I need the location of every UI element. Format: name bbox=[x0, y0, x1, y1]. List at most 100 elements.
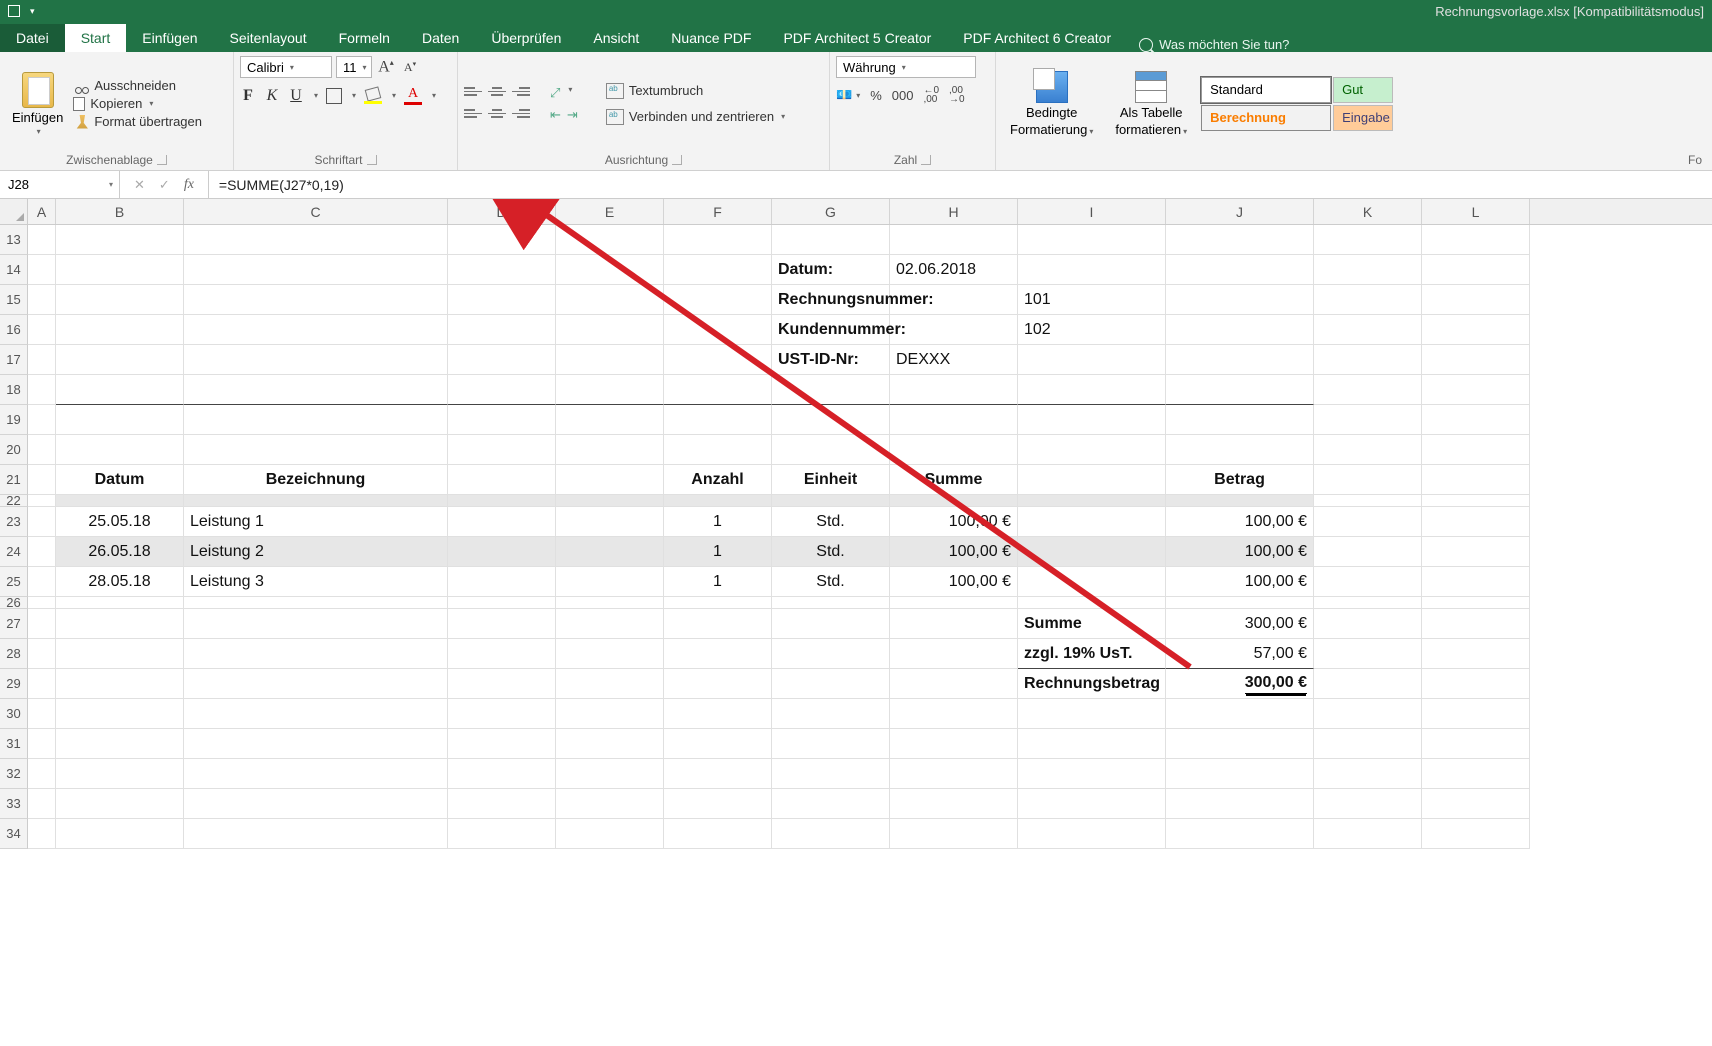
cell[interactable] bbox=[664, 699, 772, 729]
cell[interactable]: 100,00 € bbox=[890, 507, 1018, 537]
cell[interactable]: Leistung 2 bbox=[184, 537, 448, 567]
cell[interactable] bbox=[1422, 567, 1530, 597]
cell[interactable] bbox=[1314, 435, 1422, 465]
cell[interactable] bbox=[1314, 597, 1422, 609]
cell[interactable] bbox=[1422, 819, 1530, 849]
cell[interactable] bbox=[556, 285, 664, 315]
style-eingabe[interactable]: Eingabe bbox=[1333, 105, 1393, 131]
row-header-18[interactable]: 18 bbox=[0, 375, 28, 405]
cell[interactable] bbox=[448, 285, 556, 315]
cell[interactable] bbox=[890, 315, 1018, 345]
cell[interactable] bbox=[56, 609, 184, 639]
cell[interactable]: Std. bbox=[772, 537, 890, 567]
cell[interactable] bbox=[1018, 495, 1166, 507]
cell[interactable] bbox=[1314, 375, 1422, 405]
cell[interactable] bbox=[1314, 669, 1422, 699]
cell[interactable] bbox=[1422, 597, 1530, 609]
cell[interactable]: Datum bbox=[56, 465, 184, 495]
fx-icon[interactable]: fx bbox=[184, 177, 194, 193]
cell[interactable] bbox=[28, 345, 56, 375]
cell[interactable] bbox=[1018, 759, 1166, 789]
cell[interactable]: 300,00 € bbox=[1166, 609, 1314, 639]
cell[interactable]: Summe bbox=[890, 465, 1018, 495]
cell[interactable] bbox=[1166, 375, 1314, 405]
style-berechnung[interactable]: Berechnung bbox=[1201, 105, 1331, 131]
cell[interactable] bbox=[1422, 465, 1530, 495]
cell[interactable] bbox=[664, 597, 772, 609]
tell-me-search[interactable]: Was möchten Sie tun? bbox=[1139, 37, 1289, 52]
tab-start[interactable]: Start bbox=[65, 24, 127, 52]
cell[interactable]: Einheit bbox=[772, 465, 890, 495]
row-header-16[interactable]: 16 bbox=[0, 315, 28, 345]
cell[interactable] bbox=[1422, 639, 1530, 669]
tab-daten[interactable]: Daten bbox=[406, 24, 475, 52]
cell[interactable]: 25.05.18 bbox=[56, 507, 184, 537]
cell[interactable] bbox=[890, 609, 1018, 639]
paste-button[interactable]: Einfügen ▾ bbox=[6, 72, 69, 136]
cell[interactable] bbox=[772, 789, 890, 819]
cell[interactable] bbox=[664, 609, 772, 639]
cell[interactable] bbox=[772, 669, 890, 699]
cell[interactable] bbox=[56, 255, 184, 285]
col-header-F[interactable]: F bbox=[664, 199, 772, 224]
cell[interactable] bbox=[28, 405, 56, 435]
col-header-D[interactable]: D bbox=[448, 199, 556, 224]
cell[interactable] bbox=[1314, 729, 1422, 759]
cell[interactable] bbox=[448, 639, 556, 669]
cell[interactable] bbox=[448, 435, 556, 465]
tab-pdfa5[interactable]: PDF Architect 5 Creator bbox=[767, 24, 947, 52]
cell[interactable] bbox=[772, 597, 890, 609]
cell[interactable] bbox=[1314, 405, 1422, 435]
align-right-button[interactable] bbox=[512, 107, 530, 121]
cell[interactable]: 100,00 € bbox=[890, 567, 1018, 597]
cell[interactable] bbox=[448, 819, 556, 849]
cell[interactable] bbox=[28, 639, 56, 669]
percent-format-button[interactable]: % bbox=[870, 88, 882, 103]
cell[interactable] bbox=[28, 819, 56, 849]
cell[interactable] bbox=[1422, 405, 1530, 435]
cell[interactable] bbox=[448, 315, 556, 345]
row-header-13[interactable]: 13 bbox=[0, 225, 28, 255]
accept-formula-icon[interactable]: ✓ bbox=[159, 177, 170, 193]
cell[interactable] bbox=[28, 375, 56, 405]
cell[interactable] bbox=[28, 465, 56, 495]
format-as-table-button[interactable]: Als Tabelle formatieren▾ bbox=[1107, 71, 1195, 137]
cell[interactable] bbox=[890, 495, 1018, 507]
cell[interactable] bbox=[56, 345, 184, 375]
cell[interactable] bbox=[56, 789, 184, 819]
cell[interactable] bbox=[28, 699, 56, 729]
cell[interactable] bbox=[448, 537, 556, 567]
row-header-22[interactable]: 22 bbox=[0, 495, 28, 507]
cell[interactable] bbox=[28, 609, 56, 639]
cell[interactable] bbox=[1422, 759, 1530, 789]
cell[interactable] bbox=[890, 759, 1018, 789]
cell[interactable] bbox=[556, 567, 664, 597]
cell[interactable] bbox=[1166, 759, 1314, 789]
cell[interactable] bbox=[772, 639, 890, 669]
font-name-combo[interactable]: Calibri▾ bbox=[240, 56, 332, 78]
cell[interactable] bbox=[448, 465, 556, 495]
cell[interactable]: UST-ID-Nr: bbox=[772, 345, 890, 375]
cell[interactable] bbox=[56, 597, 184, 609]
decrease-indent-button[interactable]: ⇤ bbox=[550, 107, 561, 123]
cell[interactable] bbox=[448, 495, 556, 507]
cell[interactable] bbox=[184, 789, 448, 819]
qat-slot[interactable] bbox=[8, 5, 20, 17]
col-header-G[interactable]: G bbox=[772, 199, 890, 224]
cell[interactable]: Datum: bbox=[772, 255, 890, 285]
cell[interactable]: 1 bbox=[664, 537, 772, 567]
accounting-format-button[interactable]: 💶▾ bbox=[836, 87, 860, 103]
cell[interactable] bbox=[1314, 759, 1422, 789]
cell[interactable] bbox=[556, 789, 664, 819]
cell[interactable] bbox=[1166, 225, 1314, 255]
cell[interactable] bbox=[28, 315, 56, 345]
cell[interactable] bbox=[1422, 609, 1530, 639]
font-size-combo[interactable]: 11▾ bbox=[336, 56, 372, 78]
dialog-launcher-icon[interactable] bbox=[921, 155, 931, 165]
format-painter-button[interactable]: Format übertragen bbox=[75, 114, 202, 129]
tab-nuance[interactable]: Nuance PDF bbox=[655, 24, 767, 52]
cell[interactable] bbox=[448, 729, 556, 759]
cell[interactable] bbox=[772, 405, 890, 435]
cell[interactable]: Betrag bbox=[1166, 465, 1314, 495]
dialog-launcher-icon[interactable] bbox=[157, 155, 167, 165]
